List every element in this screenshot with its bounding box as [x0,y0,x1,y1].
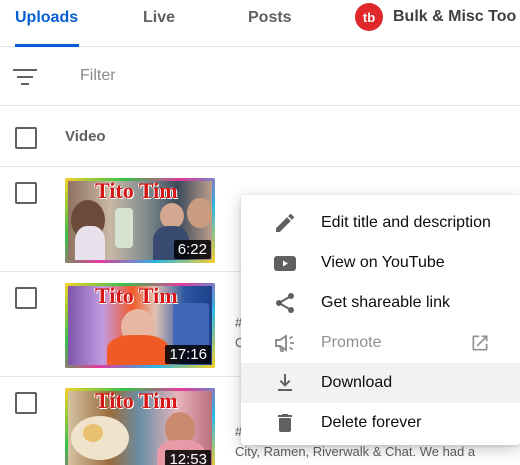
row-checkbox[interactable] [15,287,37,309]
menu-item-label: Delete forever [321,414,422,431]
tab-bulk-label: Bulk & Misc Too [393,8,517,25]
megaphone-icon [275,334,294,352]
video-duration: 6:22 [173,240,211,259]
video-thumbnail[interactable]: Tito Tim 17:16 [65,283,215,368]
video-duration: 17:16 [165,345,211,364]
menu-item-delete-forever[interactable]: Delete forever [241,403,520,443]
active-tab-indicator [15,44,79,47]
row-checkbox[interactable] [15,392,37,414]
youtube-icon [274,256,296,271]
menu-item-label: Download [321,374,393,391]
menu-item-view-on-youtube[interactable]: View on YouTube [241,243,520,283]
pencil-icon [276,213,295,232]
filter-input[interactable] [80,67,380,85]
menu-item-label: Promote [321,334,382,351]
tab-bar: Uploads Live Posts tb Bulk & Misc Too [0,0,520,47]
video-description-line: City, Ramen, Riverwalk & Chat. We had a [235,444,476,459]
menu-item-edit-title[interactable]: Edit title and description [241,203,520,243]
menu-item-label: View on YouTube [321,254,445,271]
video-options-menu: Edit title and description View on YouTu… [241,195,520,445]
table-header: Video [0,107,520,167]
column-header-video: Video [65,128,106,145]
tab-live[interactable]: Live [143,8,175,28]
filter-icon[interactable] [13,68,37,86]
menu-item-promote[interactable]: Promote [241,323,520,363]
share-icon [276,293,294,313]
menu-item-download[interactable]: Download [241,363,520,403]
download-icon [278,374,292,391]
video-thumbnail[interactable]: Tito Tim 6:22 [65,178,215,263]
video-thumbnail[interactable]: Tito Tim 12:53 [65,388,215,465]
tab-uploads[interactable]: Uploads [15,8,78,28]
select-all-checkbox[interactable] [15,127,37,149]
tab-bulk-misc-tools[interactable]: tb Bulk & Misc Too [355,3,516,31]
video-duration: 12:53 [165,450,211,465]
menu-item-label: Get shareable link [321,294,450,311]
menu-item-get-shareable-link[interactable]: Get shareable link [241,283,520,323]
trash-icon [278,414,292,432]
menu-item-label: Edit title and description [321,214,491,231]
external-link-icon [472,335,488,351]
tab-posts[interactable]: Posts [248,8,292,28]
tubebuddy-logo-icon: tb [355,3,383,31]
row-checkbox[interactable] [15,182,37,204]
filter-bar [0,48,520,106]
